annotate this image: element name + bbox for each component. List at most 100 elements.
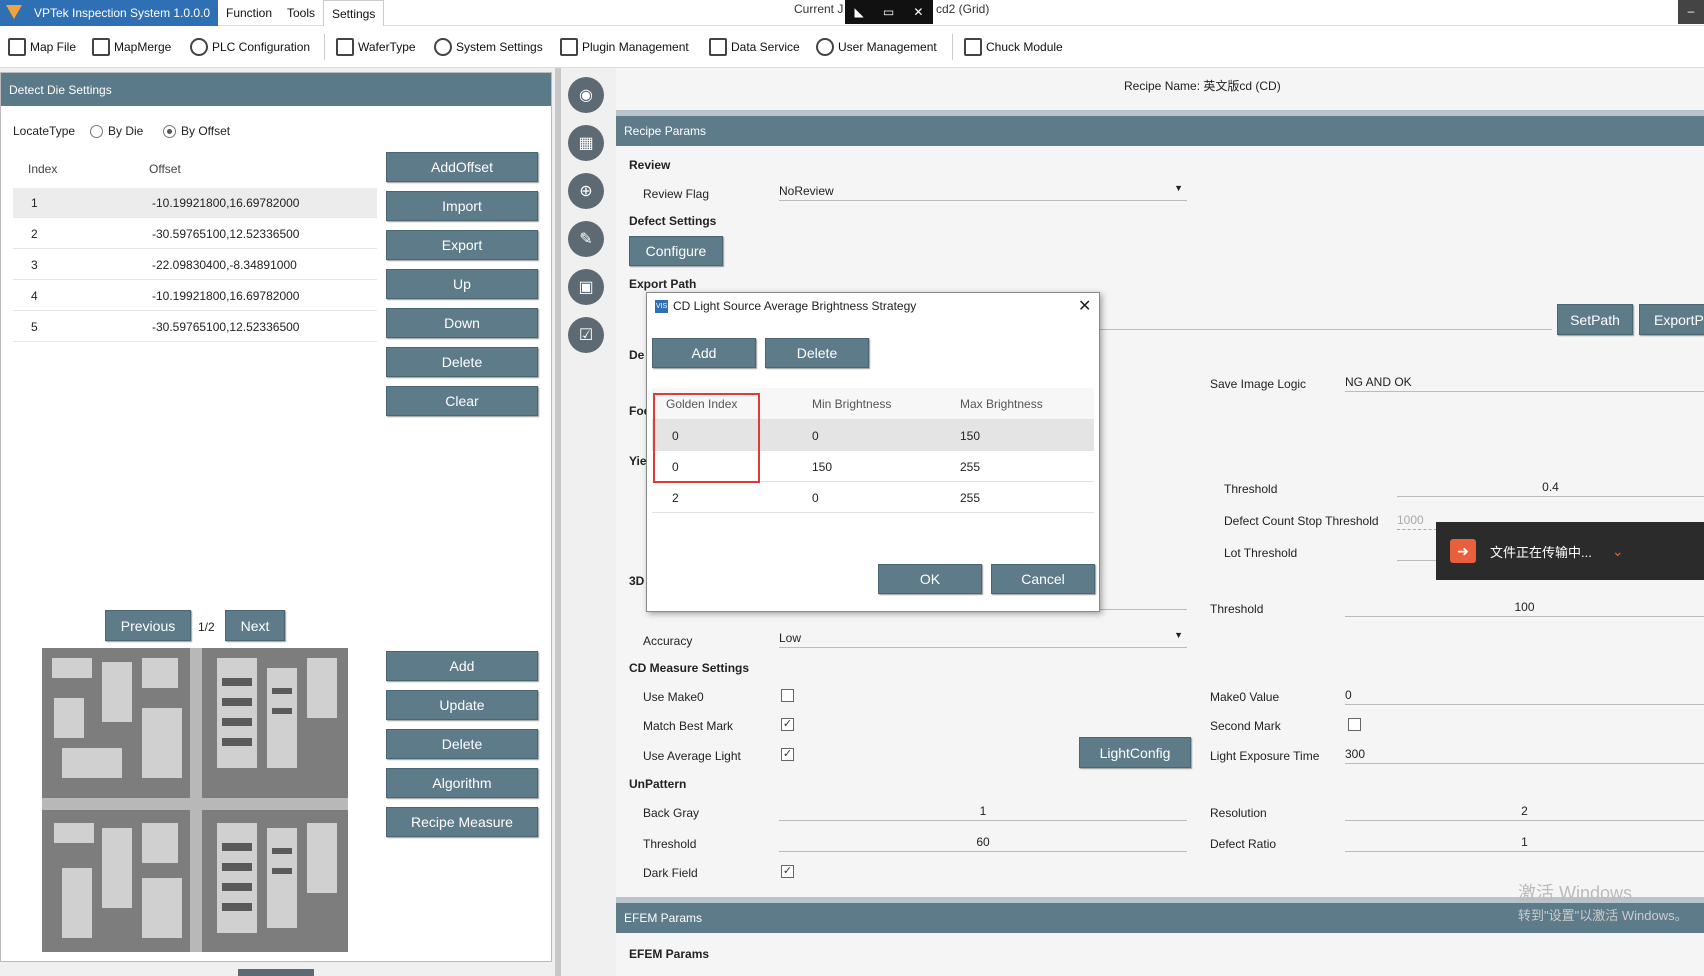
minimize-button[interactable]: – (1678, 0, 1704, 24)
radio-by-offset[interactable]: By Offset (163, 124, 230, 139)
recipe-measure-button[interactable]: Recipe Measure (386, 807, 538, 837)
back-gray-field[interactable]: 1 (779, 801, 1187, 821)
toolbar-system-settings[interactable]: System Settings (434, 26, 543, 68)
resolution-field[interactable]: 2 (1345, 801, 1704, 821)
die-pattern-image (42, 648, 348, 952)
scroll-handle[interactable] (238, 969, 314, 976)
save-image-logic-field[interactable]: NG AND OK (1345, 372, 1704, 392)
menu-tools[interactable]: Tools (279, 0, 323, 26)
highlight-box (653, 393, 760, 483)
light-exposure-field[interactable]: 300 (1345, 744, 1704, 764)
table-row[interactable]: 3 -22.09830400,-8.34891000 (13, 250, 377, 280)
delete-offset-button[interactable]: Delete (386, 347, 538, 377)
dialog-delete-button[interactable]: Delete (765, 338, 869, 368)
toolbar-plc-configuration[interactable]: PLC Configuration (190, 26, 310, 68)
clear-button[interactable]: Clear (386, 386, 538, 416)
lightconfig-button[interactable]: LightConfig (1079, 737, 1191, 768)
table-row[interactable]: 4 -10.19921800,16.69782000 (13, 281, 377, 311)
camera-icon[interactable]: ◉ (568, 77, 604, 113)
user-icon (816, 38, 834, 56)
defect-count-stop-field[interactable]: 1000 (1397, 510, 1437, 530)
globe-list-icon[interactable]: ⊕ (568, 173, 604, 209)
window-icon[interactable]: ▭ (883, 5, 894, 19)
column-header-index: Index (28, 162, 58, 176)
use-average-light-checkbox[interactable]: ✓ (781, 748, 794, 761)
row-index: 3 (31, 258, 38, 272)
table-row[interactable]: 2 0 255 (652, 482, 1094, 513)
table-row[interactable]: 1 -10.19921800,16.69782000 (13, 188, 377, 218)
toolbar-plugin-management[interactable]: Plugin Management (560, 26, 689, 68)
import-button[interactable]: Import (386, 191, 538, 221)
panel-header: Detect Die Settings (1, 73, 551, 106)
menu-settings[interactable]: Settings (323, 0, 385, 26)
cd-measure-section: CD Measure Settings (629, 661, 750, 675)
dark-field-checkbox[interactable]: ✓ (781, 865, 794, 878)
toolbar-map-file[interactable]: Map File (8, 26, 76, 68)
grid-icon[interactable]: ▦ (568, 125, 604, 161)
wrench-icon[interactable]: ✎ (568, 221, 604, 257)
toolbar-mapmerge[interactable]: MapMerge (92, 26, 171, 68)
record-icon[interactable]: ◣ (855, 5, 864, 19)
second-mark-checkbox[interactable] (1348, 718, 1361, 731)
toolbar-label: MapMerge (114, 40, 172, 54)
add-button[interactable]: Add (386, 651, 538, 681)
yie-section-partial: Yie (629, 454, 647, 468)
screen-recorder-bar[interactable]: ◣ ▭ ✕ (845, 0, 933, 24)
down-button[interactable]: Down (386, 308, 538, 338)
unpattern-threshold-field[interactable]: 60 (779, 832, 1187, 852)
toolbar-user-management[interactable]: User Management (816, 26, 937, 68)
export-button[interactable]: Export (386, 230, 538, 260)
exportp-button[interactable]: ExportP (1639, 304, 1704, 335)
export-path-field[interactable] (1100, 310, 1552, 330)
radio-label: By Die (108, 124, 144, 138)
ok-button[interactable]: OK (878, 564, 982, 594)
defect-ratio-field[interactable]: 1 (1345, 832, 1704, 852)
threed-threshold-label: Threshold (1210, 602, 1264, 616)
die-image[interactable] (42, 648, 348, 952)
wafer-type-icon (336, 38, 354, 56)
algorithm-button[interactable]: Algorithm (386, 768, 538, 798)
lot-threshold-field[interactable] (1397, 541, 1437, 561)
row-offset: -10.19921800,16.69782000 (152, 196, 300, 210)
make0-value-field[interactable]: 0 (1345, 685, 1704, 705)
up-button[interactable]: Up (386, 269, 538, 299)
next-button[interactable]: Next (225, 610, 285, 641)
recipe-params-header: Recipe Params (616, 110, 1704, 146)
cancel-button[interactable]: Cancel (991, 564, 1095, 594)
panel-splitter[interactable] (555, 68, 561, 976)
chevron-down-icon[interactable]: ⌄ (1612, 543, 1624, 560)
dropdown-arrow-icon: ▼ (1174, 183, 1183, 193)
dialog-add-button[interactable]: Add (652, 338, 756, 368)
checklist-icon[interactable]: ☑ (568, 317, 604, 353)
row-offset: -10.19921800,16.69782000 (152, 289, 300, 303)
configure-button[interactable]: Configure (629, 236, 723, 266)
file-transfer-toast[interactable]: ➜ 文件正在传输中... ⌄ (1436, 522, 1704, 580)
toolbar-wafertype[interactable]: WaferType (336, 26, 416, 68)
table-row[interactable]: 2 -30.59765100,12.52336500 (13, 219, 377, 249)
threed-threshold-field[interactable]: 100 (1345, 597, 1704, 617)
menu-function[interactable]: Function (218, 0, 280, 26)
toolbar-label: Data Service (731, 40, 800, 54)
close-icon[interactable]: ✕ (913, 5, 923, 19)
app-name: VPTek Inspection System 1.0.0.0 (34, 6, 211, 20)
toolbar-chuck-module[interactable]: Chuck Module (964, 26, 1063, 68)
previous-button[interactable]: Previous (105, 610, 191, 641)
current-recipe-left: Current J (794, 2, 844, 16)
radio-by-die[interactable]: By Die (90, 124, 144, 139)
toolbar-separator (324, 34, 325, 60)
delete-button[interactable]: Delete (386, 729, 538, 759)
setpath-button[interactable]: SetPath (1557, 304, 1633, 335)
locate-type-label: LocateType (13, 124, 76, 138)
dialog-close-icon[interactable]: ✕ (1078, 296, 1091, 316)
image-icon[interactable]: ▣ (568, 269, 604, 305)
use-make0-checkbox[interactable] (781, 689, 794, 702)
review-flag-select[interactable]: NoReview ▼ (779, 181, 1187, 201)
add-offset-button[interactable]: AddOffset (386, 152, 538, 182)
match-best-mark-checkbox[interactable]: ✓ (781, 718, 794, 731)
toolbar-data-service[interactable]: Data Service (709, 26, 800, 68)
update-button[interactable]: Update (386, 690, 538, 720)
accuracy-select[interactable]: Low ▼ (779, 628, 1187, 648)
threshold-field[interactable]: 0.4 (1397, 477, 1704, 497)
table-row[interactable]: 5 -30.59765100,12.52336500 (13, 312, 377, 342)
cell-min-brightness: 150 (812, 460, 833, 474)
